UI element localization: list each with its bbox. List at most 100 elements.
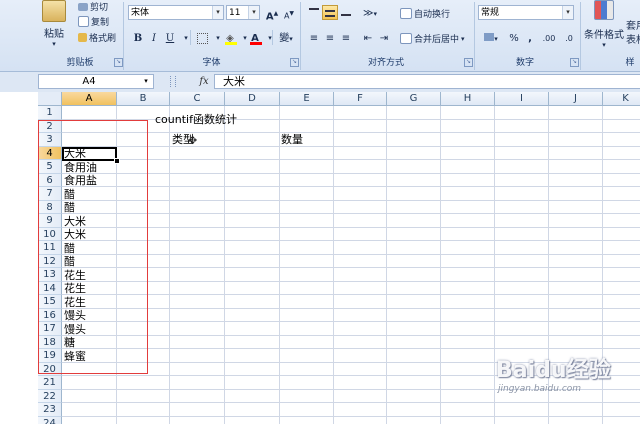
formula-input[interactable]: 大米 <box>214 74 640 89</box>
gridline <box>62 159 640 160</box>
column-header-c[interactable]: C <box>170 92 225 106</box>
column-header-f[interactable]: F <box>334 92 387 106</box>
excel-window: 粘贴 ▾ 剪切 复制 格式刷 剪贴板 ↘ 宋体 ▾ 11 ▾ A▲ A▼ B I <box>0 0 640 424</box>
underline-button[interactable]: U <box>162 30 178 45</box>
brush-icon <box>78 33 87 42</box>
format-as-table-button[interactable]: 套用 表格 <box>626 20 640 48</box>
align-right-button[interactable]: ≡ <box>338 30 354 45</box>
font-launcher[interactable]: ↘ <box>290 58 299 67</box>
format-painter-button[interactable]: 格式刷 <box>78 31 116 44</box>
paste-button[interactable]: 粘贴 ▾ <box>42 0 66 48</box>
borders-button[interactable] <box>194 30 210 45</box>
cut-button[interactable]: 剪切 <box>78 0 108 13</box>
column-header-d[interactable]: D <box>225 92 280 106</box>
insert-function-button[interactable]: fx <box>196 74 212 89</box>
column-header-a[interactable]: A <box>62 92 117 106</box>
row-header-24[interactable]: 24 <box>38 416 62 424</box>
number-launcher[interactable]: ↘ <box>570 58 579 67</box>
phonetic-button[interactable]: 變▾ <box>276 30 296 45</box>
column-header-i[interactable]: I <box>495 92 549 106</box>
number-format-value: 常规 <box>481 8 500 18</box>
font-size-value: 11 <box>229 8 241 18</box>
grow-font-button[interactable]: A▲ <box>264 5 280 23</box>
gridline <box>62 267 640 268</box>
gridline <box>169 106 170 424</box>
shrink-font-button[interactable]: A▼ <box>281 5 297 21</box>
gridline <box>62 321 640 322</box>
select-all-button[interactable] <box>38 92 62 106</box>
gridline <box>62 145 640 147</box>
align-bottom-button[interactable] <box>338 5 354 20</box>
divider <box>190 30 191 45</box>
align-center-button[interactable]: ≡ <box>322 30 338 45</box>
align-left-button[interactable]: ≡ <box>306 30 322 45</box>
font-name-value: 宋体 <box>131 8 150 18</box>
conditional-format-button[interactable]: 条件格式 ▾ <box>584 0 624 49</box>
copy-button[interactable]: 复制 <box>78 15 109 28</box>
header-cell-e3[interactable]: 数量 <box>280 133 303 146</box>
title-cell-c2[interactable]: countif函数统计 <box>154 113 237 126</box>
gridline <box>386 106 387 424</box>
column-header-b[interactable]: B <box>117 92 170 106</box>
gridline <box>62 415 640 417</box>
column-header-k[interactable]: K <box>603 92 640 106</box>
gridline <box>62 280 640 282</box>
gridline <box>62 186 640 187</box>
decrease-decimal-button[interactable]: .0 <box>560 30 578 45</box>
percent-button[interactable]: % <box>506 30 522 45</box>
font-name-select[interactable]: 宋体 ▾ <box>128 5 224 20</box>
phonetic-icon: 變 <box>279 33 290 44</box>
chevron-down-icon: ▾ <box>52 40 56 48</box>
align-bottom-icon <box>341 8 351 16</box>
column-header-e[interactable]: E <box>280 92 334 106</box>
row-header-1[interactable]: 1 <box>38 106 62 120</box>
baidu-watermark: Baidu经验 jingyan.baidu.com <box>496 352 636 402</box>
divider <box>272 30 273 45</box>
column-header-j[interactable]: J <box>549 92 603 106</box>
gridline <box>62 118 640 120</box>
fill-color-button[interactable]: ◈ <box>222 30 238 45</box>
chevron-down-icon: ▾ <box>602 41 606 49</box>
wrap-text-button[interactable]: 自动换行 <box>400 7 450 20</box>
comma-button[interactable]: , <box>522 30 538 45</box>
font-color-button[interactable]: A <box>247 30 263 45</box>
chevron-down-icon: ▾ <box>248 6 259 19</box>
gridline <box>62 334 640 336</box>
orientation-button[interactable]: ≫▾ <box>358 5 382 20</box>
gridline <box>440 106 441 424</box>
increase-indent-button[interactable]: ⇥ <box>376 30 392 45</box>
row-header-21[interactable]: 21 <box>38 376 62 390</box>
column-header-h[interactable]: H <box>441 92 495 106</box>
italic-button[interactable]: I <box>146 30 162 45</box>
number-format-select[interactable]: 常规 ▾ <box>478 5 574 20</box>
grow-font-icon: A <box>265 11 274 23</box>
accounting-format-button[interactable]: ▾ <box>480 30 502 45</box>
gridline <box>62 253 640 255</box>
column-header-g[interactable]: G <box>387 92 441 106</box>
alignment-launcher[interactable]: ↘ <box>464 58 473 67</box>
row-header-23[interactable]: 23 <box>38 403 62 417</box>
chevron-down-icon: ▾ <box>562 6 573 19</box>
font-size-select[interactable]: 11 ▾ <box>226 5 260 20</box>
align-left-icon: ≡ <box>309 33 319 44</box>
chevron-down-icon: ▾ <box>212 6 223 19</box>
merge-center-button[interactable]: 合并后居中 ▾ <box>400 32 465 45</box>
formula-bar-grip[interactable] <box>170 76 176 87</box>
increase-decimal-button[interactable]: .00 <box>540 30 558 45</box>
styles-group-label: 样 <box>625 58 635 68</box>
bold-button[interactable]: B <box>130 30 146 45</box>
number-group-label: 数字 <box>515 58 534 68</box>
gridline <box>62 226 640 228</box>
scissors-icon <box>78 2 88 11</box>
underline-dropdown[interactable]: ▾ <box>178 30 194 45</box>
row-header-22[interactable]: 22 <box>38 389 62 403</box>
clipboard-launcher[interactable]: ↘ <box>114 58 123 67</box>
decrease-indent-button[interactable]: ⇤ <box>360 30 376 45</box>
name-box[interactable]: A4 ▾ <box>38 74 154 89</box>
mouse-cursor-icon: ✥ <box>188 134 198 147</box>
align-right-icon: ≡ <box>341 33 351 44</box>
align-top-button[interactable] <box>306 5 322 20</box>
align-middle-button[interactable] <box>322 5 338 20</box>
alignment-group-label: 对齐方式 <box>367 58 404 68</box>
ribbon: 粘贴 ▾ 剪切 复制 格式刷 剪贴板 ↘ 宋体 ▾ 11 ▾ A▲ A▼ B I <box>0 0 640 72</box>
